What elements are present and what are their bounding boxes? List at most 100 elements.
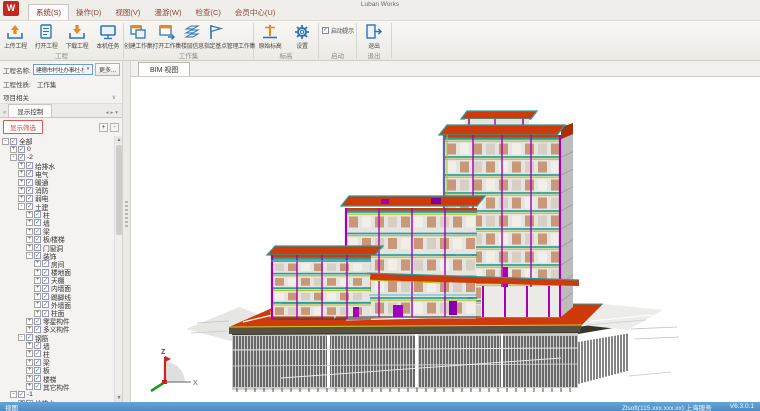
open-project-button[interactable]: 打开工程: [31, 23, 62, 50]
project-related-header[interactable]: 项目相关 ∨: [0, 90, 122, 104]
expand-toggle-icon[interactable]: +: [34, 301, 41, 308]
expand-toggle-icon[interactable]: +: [26, 375, 33, 382]
tree-checkbox[interactable]: ✓: [18, 154, 25, 161]
scrollbar-thumb[interactable]: [116, 145, 122, 235]
tree-checkbox[interactable]: ✓: [34, 367, 41, 374]
floor-info-button[interactable]: 楼层信息: [181, 23, 204, 50]
tree-item-24[interactable]: -✓钢筋: [2, 334, 113, 342]
tree-checkbox[interactable]: ✓: [18, 146, 25, 153]
expand-toggle-icon[interactable]: +: [34, 269, 41, 276]
menu-member-center[interactable]: 会员中心(U): [228, 5, 282, 20]
tree-checkbox[interactable]: ✓: [34, 244, 41, 251]
tree-checkbox[interactable]: ✓: [34, 318, 41, 325]
tree-item-3[interactable]: +✓给排水: [2, 162, 113, 170]
tree-checkbox[interactable]: ✓: [34, 252, 41, 259]
tree-checkbox[interactable]: ✓: [34, 375, 41, 382]
tree-checkbox[interactable]: ✓: [34, 350, 41, 357]
tree-checkbox[interactable]: ✓: [34, 359, 41, 366]
tree-item-0[interactable]: -✓全部: [2, 137, 113, 145]
tree-item-7[interactable]: +✓弱电: [2, 194, 113, 202]
startup-tip-checkbox[interactable]: ✓启动提示: [319, 21, 356, 35]
tree-checkbox[interactable]: ✓: [42, 269, 49, 276]
expand-toggle-icon[interactable]: +: [34, 293, 41, 300]
collapse-toggle-icon[interactable]: -: [18, 334, 25, 341]
tree-item-2[interactable]: -✓-2: [2, 153, 113, 161]
scroll-down-icon[interactable]: ▼: [115, 394, 122, 402]
collapse-toggle-icon[interactable]: -: [18, 203, 25, 210]
tree-checkbox[interactable]: ✓: [42, 301, 49, 308]
more-button[interactable]: 更多...: [95, 63, 120, 76]
collapse-toggle-icon[interactable]: -: [2, 138, 9, 145]
expand-toggle-icon[interactable]: +: [26, 228, 33, 235]
manage-workset-button[interactable]: 管理工作集: [227, 23, 256, 50]
menu-operate[interactable]: 操作(D): [69, 5, 108, 20]
tab-nav-menu-icon[interactable]: ▾: [115, 110, 120, 117]
tree-checkbox[interactable]: ✓: [34, 219, 41, 226]
bim-3d-viewport[interactable]: XZ: [131, 77, 760, 402]
tree-checkbox[interactable]: ✓: [42, 260, 49, 267]
checkbox-icon[interactable]: ✓: [322, 27, 329, 34]
tree-checkbox[interactable]: ✓: [26, 179, 33, 186]
expand-toggle-icon[interactable]: +: [34, 310, 41, 317]
tree-checkbox[interactable]: ✓: [34, 342, 41, 349]
base-point-button[interactable]: 指定基点: [204, 23, 227, 50]
tree-checkbox[interactable]: ✓: [42, 277, 49, 284]
tree-item-23[interactable]: +✓多义构件: [2, 325, 113, 333]
tree-item-13[interactable]: +✓门窗洞: [2, 243, 113, 251]
collapse-toggle-icon[interactable]: -: [26, 252, 33, 259]
expand-toggle-icon[interactable]: +: [26, 342, 33, 349]
tree-item-9[interactable]: +✓柱: [2, 211, 113, 219]
expand-toggle-icon[interactable]: +: [26, 383, 33, 390]
upload-project-button[interactable]: 上传工程: [0, 23, 31, 50]
tree-scrollbar[interactable]: ▲ ▼: [114, 136, 122, 402]
open-workset-button[interactable]: 打开工作集: [153, 23, 182, 50]
collapse-toggle-icon[interactable]: -: [10, 391, 17, 398]
expand-toggle-icon[interactable]: +: [18, 179, 25, 186]
panel-splitter[interactable]: [123, 61, 131, 402]
expand-toggle-icon[interactable]: +: [26, 326, 33, 333]
tree-item-4[interactable]: +✓电气: [2, 170, 113, 178]
expand-all-button[interactable]: +: [99, 123, 108, 132]
scroll-up-icon[interactable]: ▲: [115, 136, 122, 144]
expand-toggle-icon[interactable]: +: [34, 260, 41, 267]
expand-toggle-icon[interactable]: +: [26, 236, 33, 243]
display-filter-button[interactable]: 显示筛选: [3, 120, 43, 134]
settings-button[interactable]: 设置: [286, 23, 318, 50]
tree-checkbox[interactable]: ✓: [10, 138, 17, 145]
tree-item-25[interactable]: +✓墙: [2, 342, 113, 350]
tree-checkbox[interactable]: ✓: [34, 236, 41, 243]
menu-check[interactable]: 检查(C): [189, 5, 228, 20]
expand-toggle-icon[interactable]: +: [26, 350, 33, 357]
expand-toggle-icon[interactable]: +: [26, 318, 33, 325]
tree-checkbox[interactable]: ✓: [34, 383, 41, 390]
tab-bim-view[interactable]: BIM 视图: [138, 62, 190, 76]
expand-toggle-icon[interactable]: +: [34, 285, 41, 292]
expand-toggle-icon[interactable]: +: [18, 170, 25, 177]
collapse-toggle-icon[interactable]: -: [10, 154, 17, 161]
collapse-all-button[interactable]: -: [110, 123, 119, 132]
tree-checkbox[interactable]: ✓: [26, 162, 33, 169]
expand-toggle-icon[interactable]: +: [10, 146, 17, 153]
tree-item-30[interactable]: +✓其它构件: [2, 383, 113, 391]
combo-dropdown-icon[interactable]: ▾: [83, 65, 92, 74]
expand-toggle-icon[interactable]: +: [18, 162, 25, 169]
tree-checkbox[interactable]: ✓: [42, 285, 49, 292]
original-elevation-button[interactable]: 原始标高: [254, 23, 286, 50]
expand-toggle-icon[interactable]: +: [26, 244, 33, 251]
tree-checkbox[interactable]: ✓: [26, 334, 33, 341]
menu-system[interactable]: 系统(S): [28, 4, 69, 20]
expand-toggle-icon[interactable]: +: [26, 219, 33, 226]
expand-toggle-icon[interactable]: +: [26, 367, 33, 374]
tree-item-27[interactable]: +✓梁: [2, 358, 113, 366]
expand-toggle-icon[interactable]: +: [18, 187, 25, 194]
download-project-button[interactable]: 下载工程: [62, 23, 93, 50]
tree-item-26[interactable]: +✓柱: [2, 350, 113, 358]
expand-toggle-icon[interactable]: +: [18, 195, 25, 202]
chevron-down-icon[interactable]: ∨: [112, 94, 116, 101]
tree-item-5[interactable]: +✓暖通: [2, 178, 113, 186]
expand-toggle-icon[interactable]: +: [34, 277, 41, 284]
tree-checkbox[interactable]: ✓: [26, 187, 33, 194]
tree-checkbox[interactable]: ✓: [42, 293, 49, 300]
exit-button[interactable]: 退出: [357, 23, 391, 50]
tree-item-31[interactable]: -✓-1: [2, 391, 113, 399]
